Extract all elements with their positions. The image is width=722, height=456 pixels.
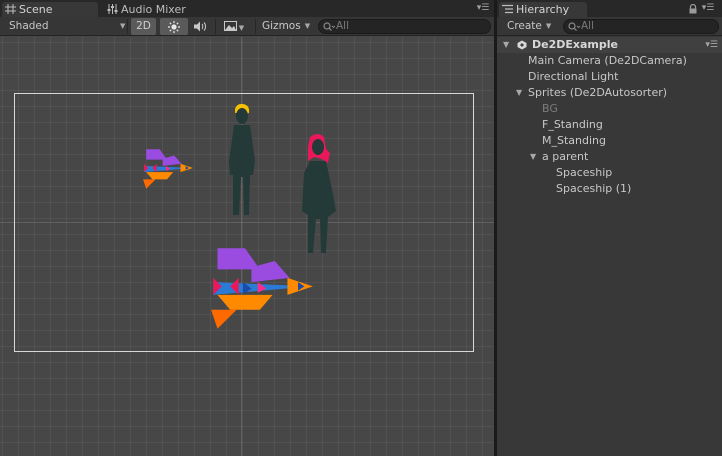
tab-scene[interactable]: Scene (2, 2, 98, 17)
hierarchy-item[interactable]: BG (497, 101, 722, 117)
tab-hierarchy[interactable]: Hierarchy (499, 2, 587, 17)
hierarchy-item[interactable]: Spaceship (1) (497, 181, 722, 197)
hierarchy-tab-menu-icon[interactable]: ▾☰ (701, 3, 715, 14)
hierarchy-item[interactable]: Main Camera (De2DCamera) (497, 53, 722, 69)
chevron-down-icon: ▼ (238, 24, 245, 32)
spaceship-large-sprite[interactable] (209, 246, 315, 331)
hierarchy-item-label: Directional Light (528, 70, 619, 83)
foldout-expanded-icon[interactable]: ▼ (530, 149, 536, 165)
toolbar-divider (255, 19, 256, 34)
hierarchy-item[interactable]: ▼ a parent (497, 149, 722, 165)
hierarchy-tab-strip: Hierarchy ▾☰ (497, 0, 722, 17)
lock-icon[interactable] (689, 4, 697, 14)
hierarchy-item-label: F_Standing (542, 118, 603, 131)
scene-grid-icon (5, 4, 16, 14)
search-icon (568, 22, 580, 31)
mode-2d-label: 2D (136, 20, 151, 32)
hierarchy-item[interactable]: ▼ Sprites (De2DAutosorter) (497, 85, 722, 101)
chevron-down-icon: ▼ (545, 22, 552, 30)
scene-viewport[interactable] (0, 37, 494, 456)
hierarchy-scene-root[interactable]: ▼ De2DExample ▾☰ (497, 37, 722, 53)
hierarchy-item[interactable]: M_Standing (497, 133, 722, 149)
tab-hierarchy-label: Hierarchy (516, 3, 570, 16)
hierarchy-items: Main Camera (De2DCamera) Directional Ligh… (497, 53, 722, 197)
scene-tab-strip: Scene Audio Mixer ▾☰ (0, 0, 494, 17)
hierarchy-item[interactable]: Spaceship (497, 165, 722, 181)
hierarchy-tree: ▼ De2DExample ▾☰ Main Camera (De2DCamera… (497, 37, 722, 197)
sun-icon (168, 21, 180, 33)
gizmos-label: Gizmos (262, 20, 301, 32)
toolbar-divider (127, 19, 128, 34)
scene-toolbar: Shaded ▼ 2D ▼ Gizmos ▼ All (0, 17, 494, 36)
unity-scene-icon (517, 40, 527, 50)
chevron-down-icon: ▼ (304, 22, 311, 30)
hierarchy-item-label: BG (542, 102, 558, 115)
hierarchy-search-field[interactable]: All (563, 19, 719, 34)
speaker-icon (194, 21, 206, 32)
male-standing-sprite[interactable] (222, 103, 262, 217)
hierarchy-item-label: Main Camera (De2DCamera) (528, 54, 687, 67)
mode-2d-toggle[interactable]: 2D (131, 18, 156, 35)
foldout-expanded-icon[interactable]: ▼ (503, 37, 509, 53)
hierarchy-item-label: Spaceship (556, 166, 613, 179)
hierarchy-item-label: a parent (542, 150, 589, 163)
create-label: Create (507, 20, 542, 32)
shading-mode-label: Shaded (9, 20, 49, 32)
hierarchy-item[interactable]: F_Standing (497, 117, 722, 133)
gizmos-dropdown[interactable]: Gizmos ▼ (262, 19, 312, 34)
hierarchy-item-label: Sprites (De2DAutosorter) (528, 86, 668, 99)
hierarchy-item-label: M_Standing (542, 134, 606, 147)
scene-search-placeholder: All (336, 20, 350, 32)
scene-panel: Scene Audio Mixer ▾☰ Shaded ▼ 2D ▼ Gizmo… (0, 0, 494, 456)
female-standing-sprite[interactable] (300, 133, 338, 255)
hierarchy-search-placeholder: All (581, 20, 595, 32)
scene-lighting-toggle[interactable] (160, 18, 188, 35)
scene-tab-menu-icon[interactable]: ▾☰ (476, 3, 490, 14)
scene-options-menu-icon[interactable]: ▾☰ (705, 37, 718, 53)
spaceship-small-sprite[interactable] (142, 148, 194, 190)
shading-mode-dropdown[interactable]: Shaded ▼ (9, 19, 125, 34)
hierarchy-item-label: Spaceship (1) (556, 182, 632, 195)
hierarchy-toolbar: Create ▼ All (497, 17, 722, 36)
image-effects-icon (223, 21, 237, 31)
scene-audio-toggle[interactable] (190, 18, 212, 35)
scene-name-label: De2DExample (532, 38, 618, 51)
tab-audio-mixer-label: Audio Mixer (121, 3, 186, 16)
tab-scene-label: Scene (19, 3, 53, 16)
scene-search-field[interactable]: All (318, 19, 491, 34)
hierarchy-item[interactable]: Directional Light (497, 69, 722, 85)
toolbar-divider (215, 19, 216, 34)
chevron-down-icon: ▼ (120, 22, 126, 30)
hierarchy-list-icon (502, 4, 513, 14)
hierarchy-panel: Hierarchy ▾☰ Create ▼ All ▼ De2DExample … (497, 0, 722, 456)
create-dropdown[interactable]: Create ▼ (507, 19, 559, 34)
audio-mixer-icon (107, 4, 118, 14)
foldout-expanded-icon[interactable]: ▼ (516, 85, 522, 101)
search-icon (323, 22, 335, 31)
tab-audio-mixer[interactable]: Audio Mixer (104, 2, 194, 17)
scene-effects-dropdown[interactable]: ▼ (218, 18, 250, 35)
